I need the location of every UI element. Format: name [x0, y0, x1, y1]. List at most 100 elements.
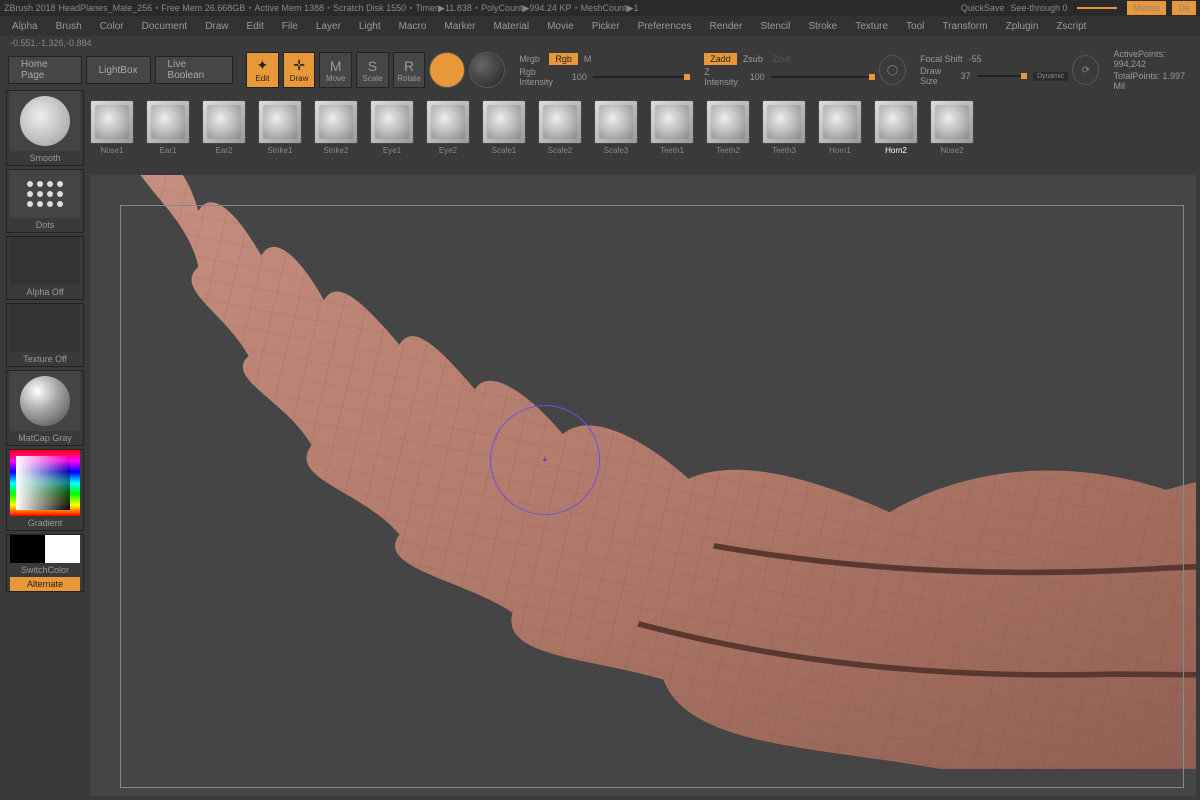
seethrough-slider[interactable] — [1077, 7, 1117, 9]
rgb-intensity-slider[interactable] — [593, 76, 690, 78]
zcut-button[interactable]: Zcut — [773, 54, 797, 64]
brush-scale3[interactable]: Scale3 — [594, 100, 638, 155]
menu-material[interactable]: Material — [494, 21, 530, 32]
totalpoints-label: TotalPoints: — [1113, 71, 1160, 81]
menu-transform[interactable]: Transform — [942, 21, 987, 32]
menu-zscript[interactable]: Zscript — [1056, 21, 1086, 32]
menu-alpha[interactable]: Alpha — [12, 21, 38, 32]
homepage-button[interactable]: Home Page — [8, 56, 82, 84]
menu-color[interactable]: Color — [100, 21, 124, 32]
swatch-black[interactable] — [10, 535, 45, 563]
brush-horn1[interactable]: Horn1 — [818, 100, 862, 155]
mrgb-button[interactable]: Mrgb — [519, 54, 543, 64]
gizmo-orange-button[interactable] — [429, 52, 465, 88]
menu-file[interactable]: File — [282, 21, 298, 32]
edit-mode-button[interactable]: ✦Edit — [246, 52, 279, 88]
liveboolean-button[interactable]: Live Boolean — [155, 56, 233, 84]
menu-stroke[interactable]: Stroke — [808, 21, 837, 32]
menu-picker[interactable]: Picker — [592, 21, 620, 32]
stroke-slot[interactable]: Dots — [6, 169, 84, 233]
rgb-button[interactable]: Rgb — [549, 53, 578, 65]
menu-movie[interactable]: Movie — [547, 21, 574, 32]
zadd-button[interactable]: Zadd — [704, 53, 737, 65]
menu-macro[interactable]: Macro — [399, 21, 427, 32]
canvas-frame — [120, 205, 1184, 788]
move-mode-button[interactable]: MMove — [319, 52, 352, 88]
zsub-button[interactable]: Zsub — [743, 54, 767, 64]
alpha-slot[interactable]: Alpha Off — [6, 236, 84, 300]
menu-draw[interactable]: Draw — [205, 21, 228, 32]
menu-marker[interactable]: Marker — [444, 21, 475, 32]
status-bar: ZBrush 2018 HeadPlanes_Male_256 • Free M… — [0, 0, 1200, 16]
app-name: ZBrush 2018 — [4, 3, 56, 13]
lightbox-button[interactable]: LightBox — [86, 56, 151, 84]
brush-ear1[interactable]: Ear1 — [146, 100, 190, 155]
rgb-intensity-value: 100 — [572, 72, 587, 82]
texture-slot[interactable]: Texture Off — [6, 303, 84, 367]
dynamic-button[interactable]: Dynamic — [1033, 72, 1068, 81]
rotate-mode-button[interactable]: RRotate — [393, 52, 426, 88]
menu-brush[interactable]: Brush — [56, 21, 82, 32]
menu-stencil[interactable]: Stencil — [760, 21, 790, 32]
color-picker[interactable]: Gradient — [6, 449, 84, 531]
menu-tool[interactable]: Tool — [906, 21, 924, 32]
brush-nose1[interactable]: Nose1 — [90, 100, 134, 155]
menu-light[interactable]: Light — [359, 21, 381, 32]
zintensity-label: Z Intensity — [704, 67, 743, 87]
scale-mode-button[interactable]: SScale — [356, 52, 389, 88]
swatch-white[interactable] — [45, 535, 80, 563]
drawsize-value: 37 — [961, 71, 971, 81]
brush-teeth1[interactable]: Teeth1 — [650, 100, 694, 155]
rgb-intensity-label: Rgb Intensity — [519, 67, 566, 87]
brush-nose2[interactable]: Nose2 — [930, 100, 974, 155]
project-name: HeadPlanes_Male_256 — [59, 3, 153, 13]
zintensity-value: 100 — [750, 72, 765, 82]
free-mem: Free Mem 26.668GB — [161, 3, 245, 13]
menu-texture[interactable]: Texture — [855, 21, 888, 32]
drawsize-slider[interactable] — [977, 75, 1027, 77]
activepoints-label: ActivePoints: — [1113, 49, 1165, 59]
zintensity-slider[interactable] — [771, 76, 875, 78]
current-brush-slot[interactable]: Smooth — [6, 90, 84, 166]
menu-preferences[interactable]: Preferences — [638, 21, 692, 32]
brush-scale1[interactable]: Scale1 — [482, 100, 526, 155]
brush-shelf: Nose1 Ear1 Ear2 Strike1 Strike2 Eye1 Eye… — [0, 90, 1200, 165]
color-swatches[interactable]: SwitchColor Alternate — [6, 534, 84, 592]
quicksave-button[interactable]: QuickSave — [961, 3, 1005, 13]
camera-icon[interactable]: ⟳ — [1072, 55, 1099, 85]
brush-scale2[interactable]: Scale2 — [538, 100, 582, 155]
material-slot[interactable]: MatCap Gray — [6, 370, 84, 446]
menu-edit[interactable]: Edit — [247, 21, 264, 32]
viewport[interactable] — [90, 175, 1196, 796]
left-sidebar: Smooth Dots Alpha Off Texture Off MatCap… — [6, 90, 84, 592]
menu-layer[interactable]: Layer — [316, 21, 341, 32]
m-button[interactable]: M — [584, 54, 608, 64]
meshcount: MeshCount▶1 — [581, 3, 639, 14]
perspective-icon[interactable]: ◯ — [879, 55, 906, 85]
brush-teeth3[interactable]: Teeth3 — [762, 100, 806, 155]
scratch-disk: Scratch Disk 1550 — [333, 3, 406, 13]
de-button[interactable]: De — [1172, 1, 1196, 15]
menus-button[interactable]: Menus — [1127, 1, 1166, 15]
active-mem: Active Mem 1388 — [254, 3, 324, 13]
drawsize-label: Draw Size — [920, 66, 954, 86]
brush-strike2[interactable]: Strike2 — [314, 100, 358, 155]
alternate-button[interactable]: Alternate — [10, 577, 80, 591]
coordinates-readout: -0.551,-1.326,-0.884 — [0, 36, 1200, 50]
gizmo-dark-button[interactable] — [469, 52, 505, 88]
activepoints-value: 994,242 — [1113, 59, 1146, 69]
menu-render[interactable]: Render — [710, 21, 743, 32]
brush-strike1[interactable]: Strike1 — [258, 100, 302, 155]
brush-eye1[interactable]: Eye1 — [370, 100, 414, 155]
brush-horn2[interactable]: Horn2 — [874, 100, 918, 155]
switchcolor-button[interactable]: SwitchColor — [10, 563, 80, 577]
draw-mode-button[interactable]: ✛Draw — [283, 52, 316, 88]
menu-document[interactable]: Document — [142, 21, 188, 32]
brush-ear2[interactable]: Ear2 — [202, 100, 246, 155]
brush-eye2[interactable]: Eye2 — [426, 100, 470, 155]
brush-teeth2[interactable]: Teeth2 — [706, 100, 750, 155]
seethrough-label[interactable]: See-through 0 — [1010, 3, 1067, 13]
polycount: PolyCount▶994.24 KP — [481, 3, 571, 14]
timer: Timer▶11.838 — [415, 3, 471, 14]
menu-zplugin[interactable]: Zplugin — [1006, 21, 1039, 32]
